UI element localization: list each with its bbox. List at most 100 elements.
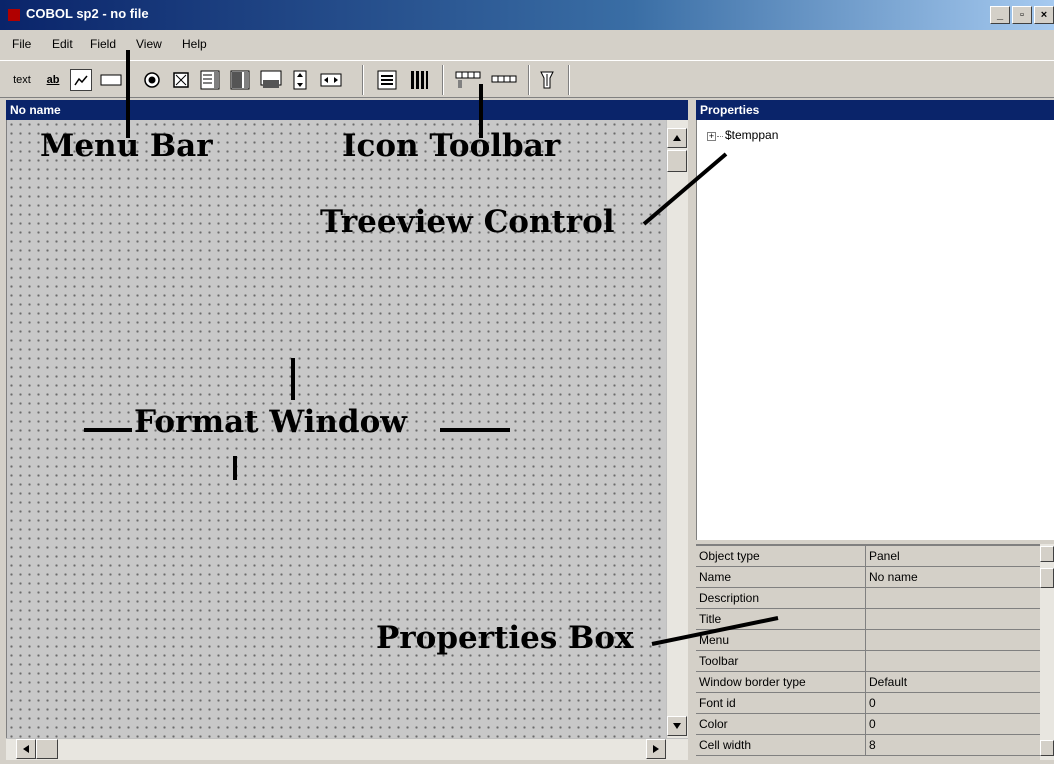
property-row[interactable]: Font id 0 bbox=[696, 693, 1040, 714]
properties-scroll-up-button[interactable] bbox=[1040, 546, 1054, 562]
property-row[interactable]: Window border type Default bbox=[696, 672, 1040, 693]
property-value[interactable] bbox=[867, 651, 1040, 671]
push-button-tool-button[interactable] bbox=[98, 69, 124, 91]
property-value[interactable]: Panel bbox=[867, 546, 1040, 566]
toolbar-separator bbox=[362, 65, 364, 95]
property-value[interactable]: 8 bbox=[867, 735, 1040, 755]
menu-bar: File Edit Field View Help bbox=[0, 30, 1054, 60]
horizontal-scroll-thumb[interactable] bbox=[36, 739, 58, 759]
icon-toolbar-pointer bbox=[479, 84, 483, 138]
property-name: Font id bbox=[696, 693, 866, 713]
property-row[interactable]: Object type Panel bbox=[696, 546, 1040, 567]
test-icon bbox=[540, 71, 554, 89]
scroll-bar-tool-button[interactable] bbox=[318, 69, 344, 91]
combo-box-tool-button[interactable] bbox=[228, 69, 252, 91]
treeview-pointer bbox=[642, 152, 728, 226]
list-view-tool-button[interactable] bbox=[374, 69, 400, 91]
spin-button-tool-button[interactable] bbox=[290, 69, 310, 91]
properties-box-annotation: Properties Box bbox=[376, 620, 634, 656]
property-value[interactable]: No name bbox=[867, 567, 1040, 587]
group-box-tool-button[interactable] bbox=[258, 69, 284, 91]
property-value[interactable] bbox=[867, 588, 1040, 608]
properties-scroll-down-button[interactable] bbox=[1040, 740, 1054, 756]
menu-view[interactable]: View bbox=[136, 37, 162, 51]
property-name: Description bbox=[696, 588, 866, 608]
property-value[interactable] bbox=[867, 609, 1040, 629]
scroll-down-button[interactable] bbox=[667, 716, 687, 736]
check-box-tool-button[interactable] bbox=[170, 69, 192, 91]
title-bar: COBOL sp2 - no file _ ▫ × bbox=[0, 0, 1054, 30]
icon-toolbar: text ab bbox=[0, 60, 1054, 98]
radio-button-tool-button[interactable] bbox=[140, 69, 164, 91]
bitmap-icon bbox=[74, 75, 88, 86]
property-row[interactable]: Color 0 bbox=[696, 714, 1040, 735]
window-title: COBOL sp2 - no file bbox=[26, 6, 149, 21]
property-name: Window border type bbox=[696, 672, 866, 692]
combo-box-icon bbox=[230, 70, 250, 90]
list-box-tool-button[interactable] bbox=[198, 69, 222, 91]
minimize-button[interactable]: _ bbox=[990, 6, 1010, 24]
treeview-control-annotation: Treeview Control bbox=[320, 204, 615, 240]
format-horizontal-scrollbar[interactable] bbox=[6, 738, 688, 760]
properties-scroll-thumb[interactable] bbox=[1040, 568, 1054, 588]
format-window-pointer bbox=[84, 428, 132, 432]
check-box-icon bbox=[173, 72, 189, 88]
property-row[interactable]: Name No name bbox=[696, 567, 1040, 588]
right-arrow-icon bbox=[653, 745, 659, 753]
spin-button-icon bbox=[293, 70, 307, 90]
list-view-icon bbox=[377, 70, 397, 90]
properties-box: Object type Panel Name No name Descripti… bbox=[696, 544, 1040, 760]
property-name: Cell width bbox=[696, 735, 866, 755]
property-name: Object type bbox=[696, 546, 866, 566]
property-value[interactable]: Default bbox=[867, 672, 1040, 692]
close-button[interactable]: × bbox=[1034, 6, 1054, 24]
down-arrow-icon bbox=[673, 723, 681, 729]
tree-connector bbox=[717, 136, 723, 137]
property-value[interactable]: 0 bbox=[867, 714, 1040, 734]
properties-scrollbar[interactable] bbox=[1040, 544, 1054, 760]
tree-node-root[interactable]: $temppan bbox=[725, 128, 778, 142]
scroll-right-button[interactable] bbox=[646, 739, 666, 759]
left-arrow-icon bbox=[23, 745, 29, 753]
property-row[interactable]: Description bbox=[696, 588, 1040, 609]
push-button-icon bbox=[100, 74, 122, 86]
app-icon[interactable] bbox=[8, 9, 20, 21]
toolbar-separator bbox=[528, 65, 530, 95]
format-window-pointer bbox=[291, 358, 295, 400]
toolbar-separator bbox=[442, 65, 444, 95]
property-value[interactable] bbox=[867, 630, 1040, 650]
maximize-button[interactable]: ▫ bbox=[1012, 6, 1032, 24]
property-row[interactable]: Toolbar bbox=[696, 651, 1040, 672]
property-name: Name bbox=[696, 567, 866, 587]
tab-control-icon bbox=[455, 71, 481, 88]
property-name: Toolbar bbox=[696, 651, 866, 671]
tree-expand-icon[interactable]: + bbox=[707, 132, 716, 141]
scroll-up-button[interactable] bbox=[667, 128, 687, 148]
menu-help[interactable]: Help bbox=[182, 37, 207, 51]
toolbar-separator bbox=[568, 65, 570, 95]
properties-box-pointer bbox=[651, 616, 779, 646]
icon-toolbar-annotation: Icon Toolbar bbox=[342, 128, 561, 164]
status-bar-tool-button[interactable] bbox=[488, 69, 520, 91]
column-view-icon bbox=[411, 71, 428, 89]
entry-field-tool-button[interactable]: ab bbox=[40, 69, 66, 91]
menu-file[interactable]: File bbox=[12, 37, 31, 51]
property-name: Color bbox=[696, 714, 866, 734]
column-view-tool-button[interactable] bbox=[406, 69, 432, 91]
property-row[interactable]: Cell width 8 bbox=[696, 735, 1040, 756]
format-window-header: No name bbox=[6, 100, 688, 120]
menu-edit[interactable]: Edit bbox=[52, 37, 73, 51]
scroll-left-button[interactable] bbox=[16, 739, 36, 759]
up-arrow-icon bbox=[673, 135, 681, 141]
status-bar-icon bbox=[491, 75, 517, 83]
property-value[interactable]: 0 bbox=[867, 693, 1040, 713]
menu-field[interactable]: Field bbox=[90, 37, 116, 51]
menu-bar-pointer bbox=[126, 50, 130, 138]
format-window-pointer bbox=[233, 456, 237, 480]
test-panel-tool-button[interactable] bbox=[534, 69, 560, 91]
properties-header: Properties bbox=[696, 100, 1054, 120]
list-box-icon bbox=[200, 70, 220, 90]
scroll-bar-icon bbox=[320, 73, 342, 87]
bitmap-tool-button[interactable] bbox=[70, 69, 92, 91]
text-tool-button[interactable]: text bbox=[8, 69, 36, 91]
